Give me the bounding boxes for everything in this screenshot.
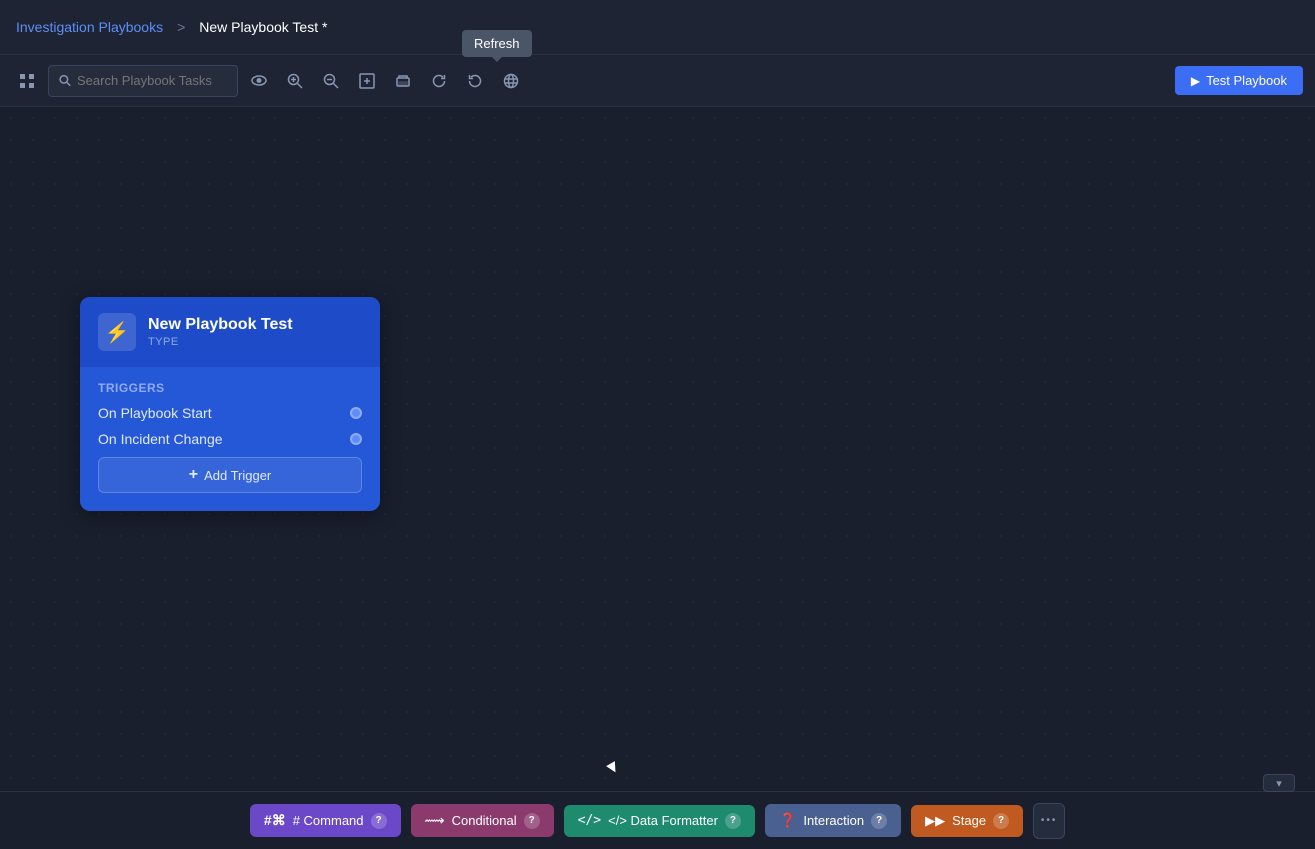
conditional-help-icon[interactable]: ? [524,813,540,829]
stage-help-icon[interactable]: ? [993,813,1009,829]
command-help-icon[interactable]: ? [371,813,387,829]
breadcrumb-sep: > [177,19,185,35]
top-nav: Investigation Playbooks > New Playbook T… [0,0,1315,55]
node-type: TYPE [148,336,293,348]
dataformatter-type-button[interactable]: </> </> Data Formatter ? [564,805,755,837]
undo-btn[interactable] [460,68,490,94]
trigger-row-1[interactable]: On Playbook Start [98,405,362,421]
trigger-playbook-start: On Playbook Start [98,405,212,421]
undo-icon [467,73,483,89]
conditional-type-button[interactable]: ⟿ Conditional ? [411,804,554,837]
canvas[interactable]: ⚡ New Playbook Test TYPE Triggers On Pla… [0,107,1315,791]
eye-icon-btn[interactable] [244,70,274,91]
trigger-row-2[interactable]: On Incident Change [98,431,362,447]
node-header: ⚡ New Playbook Test TYPE [80,297,380,367]
toolbar: ▶ Test Playbook [0,55,1315,107]
refresh-icon [431,73,447,89]
zoom-in-icon [287,73,303,89]
search-icon [59,74,71,87]
node-body: Triggers On Playbook Start On Incident C… [80,367,380,511]
more-options-button[interactable]: ••• [1033,803,1065,839]
zoom-out-btn[interactable] [316,68,346,94]
grid-icon-btn[interactable] [12,68,42,94]
print-icon [395,73,411,89]
playbook-node[interactable]: ⚡ New Playbook Test TYPE Triggers On Pla… [80,297,380,511]
plus-icon: + [189,466,198,484]
collapse-button[interactable]: ▾ [1263,774,1295,792]
triggers-label: Triggers [98,381,362,395]
refresh-btn[interactable] [424,68,454,94]
bottom-panel: ▾ #⌘ # Command ? ⟿ Conditional ? </> </>… [0,791,1315,849]
eye-icon [251,75,267,86]
conditional-icon: ⟿ [425,812,445,829]
node-title: New Playbook Test [148,316,293,334]
trigger-dot-2 [350,433,362,445]
refresh-tooltip: Refresh [462,30,532,57]
stage-type-button[interactable]: ▶▶ Stage ? [911,805,1023,837]
more-icon: ••• [1041,815,1058,826]
play-icon: ▶ [1191,74,1200,88]
print-btn[interactable] [388,68,418,94]
global-btn[interactable] [496,68,526,94]
command-icon: #⌘ [264,812,286,829]
globe-icon [503,73,519,89]
dataformatter-help-icon[interactable]: ? [725,813,741,829]
interaction-type-button[interactable]: ❓ Interaction ? [765,804,901,837]
interaction-help-icon[interactable]: ? [871,813,887,829]
search-input[interactable] [77,73,227,88]
trigger-incident-change: On Incident Change [98,431,223,447]
node-icon: ⚡ [98,313,136,351]
search-bar[interactable] [48,65,238,97]
cursor [606,761,620,775]
bolt-icon: ⚡ [105,320,130,345]
fit-screen-btn[interactable] [352,68,382,94]
breadcrumb-link[interactable]: Investigation Playbooks [16,19,163,35]
stage-icon: ▶▶ [925,813,945,829]
command-type-button[interactable]: #⌘ # Command ? [250,804,401,837]
node-title-area: New Playbook Test TYPE [148,316,293,348]
interaction-icon: ❓ [779,812,796,829]
dataformatter-icon: </> [578,813,601,828]
zoom-in-btn[interactable] [280,68,310,94]
breadcrumb-current: New Playbook Test * [199,19,327,35]
chevron-down-icon: ▾ [1276,777,1282,790]
add-trigger-button[interactable]: + Add Trigger [98,457,362,493]
test-playbook-button[interactable]: ▶ Test Playbook [1175,66,1303,95]
trigger-dot-1 [350,407,362,419]
zoom-out-icon [323,73,339,89]
fit-icon [359,73,375,89]
